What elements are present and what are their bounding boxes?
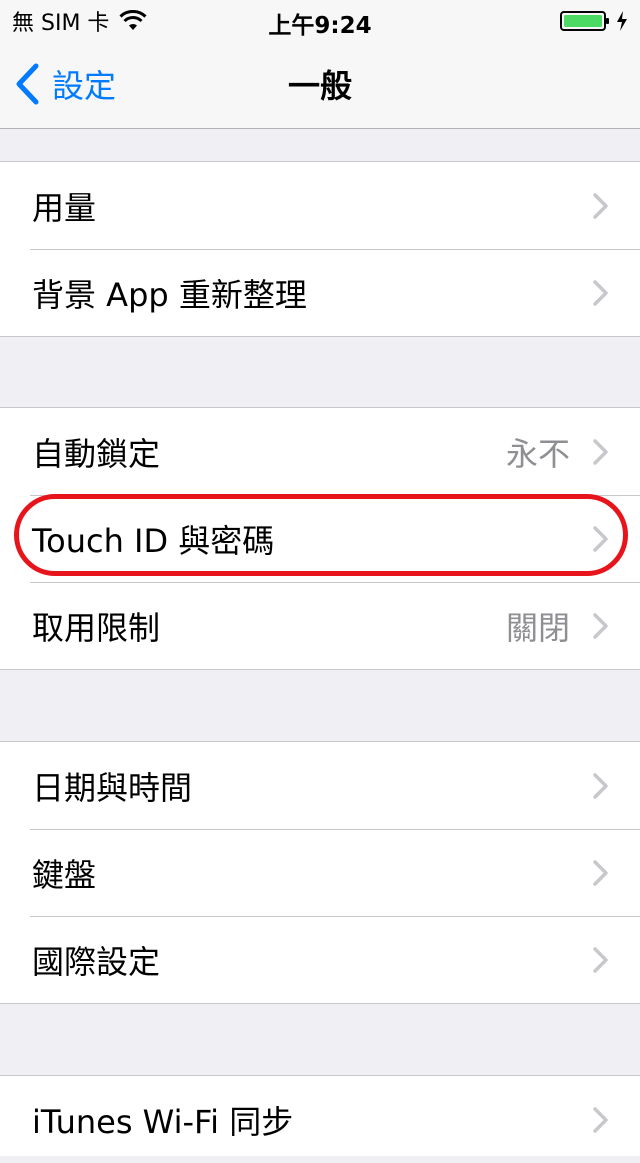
chevron-right-icon xyxy=(593,525,608,552)
row-itunes-wifi-sync[interactable]: iTunes Wi-Fi 同步 xyxy=(0,1076,640,1163)
settings-group-sync: iTunes Wi-Fi 同步 xyxy=(0,1075,640,1156)
row-international[interactable]: 國際設定 xyxy=(0,916,640,1003)
charging-bolt-icon xyxy=(617,11,627,31)
settings-group-security: 自動鎖定 永不 Touch ID 與密碼 取用限制 關閉 xyxy=(0,407,640,670)
status-bar: 無 SIM 卡 上午9:24 xyxy=(0,0,640,40)
chevron-right-icon xyxy=(593,612,608,639)
row-label: 取用限制 xyxy=(32,608,161,647)
row-label: Touch ID 與密碼 xyxy=(32,521,275,560)
row-label: 背景 App 重新整理 xyxy=(32,275,307,314)
battery-icon xyxy=(560,11,609,31)
navigation-bar: 設定 一般 xyxy=(0,40,640,129)
chevron-right-icon xyxy=(593,1106,608,1133)
chevron-right-icon xyxy=(593,279,608,306)
settings-group-usage: 用量 背景 App 重新整理 xyxy=(0,161,640,337)
page-title: 一般 xyxy=(287,67,352,105)
row-touch-id-passcode[interactable]: Touch ID 與密碼 xyxy=(0,495,640,582)
row-label: 自動鎖定 xyxy=(32,434,161,473)
row-label: 鍵盤 xyxy=(32,855,97,894)
row-value: 關閉 xyxy=(505,608,570,647)
row-date-time[interactable]: 日期與時間 xyxy=(0,742,640,829)
status-time: 上午9:24 xyxy=(268,13,372,39)
row-background-app-refresh[interactable]: 背景 App 重新整理 xyxy=(0,249,640,336)
row-label: 國際設定 xyxy=(32,942,161,981)
row-restrictions[interactable]: 取用限制 關閉 xyxy=(0,582,640,669)
row-value: 永不 xyxy=(505,434,570,473)
row-label: 日期與時間 xyxy=(32,768,193,807)
settings-group-locale: 日期與時間 鍵盤 國際設定 xyxy=(0,741,640,1004)
row-usage[interactable]: 用量 xyxy=(0,162,640,249)
chevron-right-icon xyxy=(593,859,608,886)
chevron-right-icon xyxy=(593,192,608,219)
row-keyboard[interactable]: 鍵盤 xyxy=(0,829,640,916)
chevron-right-icon xyxy=(593,438,608,465)
row-auto-lock[interactable]: 自動鎖定 永不 xyxy=(0,408,640,495)
chevron-right-icon xyxy=(593,946,608,973)
chevron-right-icon xyxy=(593,772,608,799)
row-label: 用量 xyxy=(32,188,97,227)
status-right xyxy=(560,6,628,36)
